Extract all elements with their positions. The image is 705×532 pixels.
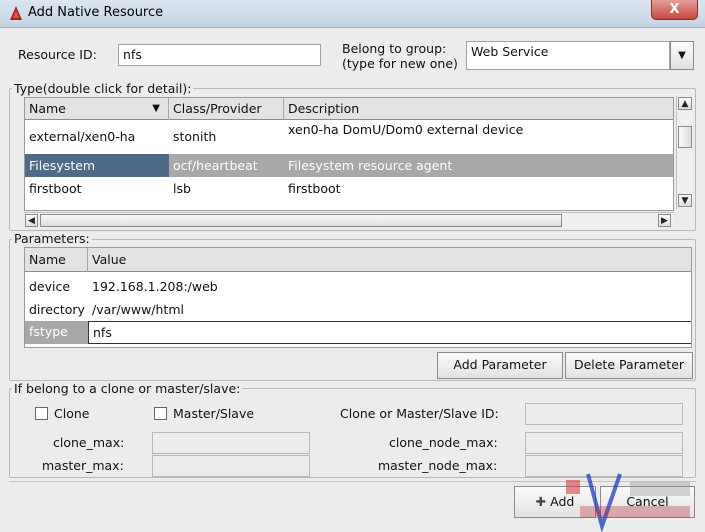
master-max-input[interactable] bbox=[152, 455, 310, 477]
group-dropdown-button[interactable]: ▼ bbox=[670, 41, 694, 70]
table-row-selected[interactable]: Filesystem ocf/heartbeat Filesystem reso… bbox=[25, 154, 673, 177]
column-header-value[interactable]: Value bbox=[88, 248, 691, 272]
master-max-label: master_max: bbox=[42, 458, 124, 473]
group-value: Web Service bbox=[471, 44, 549, 59]
table-row[interactable]: directory /var/www/html bbox=[25, 298, 691, 321]
clone-max-label: clone_max: bbox=[53, 435, 125, 450]
window-title: Add Native Resource bbox=[28, 5, 164, 20]
row-description: xen0-ha DomU/Dom0 external device bbox=[288, 122, 524, 137]
scroll-thumb[interactable] bbox=[40, 214, 562, 227]
type-table: Name ▼ Class/Provider Description extern… bbox=[24, 97, 674, 211]
param-name: directory bbox=[29, 302, 85, 317]
table-row[interactable]: external/xen0-ha stonith xen0-ha DomU/Do… bbox=[25, 121, 673, 153]
scroll-right-icon[interactable]: ▶ bbox=[658, 214, 671, 227]
row-description: Filesystem resource agent bbox=[288, 158, 453, 173]
column-header-name[interactable]: Name bbox=[25, 248, 88, 272]
scroll-thumb[interactable] bbox=[678, 126, 692, 148]
row-description: firstboot bbox=[288, 181, 341, 196]
column-header-name[interactable]: Name ▼ bbox=[25, 98, 169, 120]
param-value: /var/www/html bbox=[92, 302, 184, 317]
master-slave-label: Master/Slave bbox=[173, 406, 255, 421]
parameters-legend: Parameters: bbox=[12, 231, 92, 246]
scroll-left-icon[interactable]: ◀ bbox=[25, 214, 38, 227]
row-provider: stonith bbox=[173, 129, 217, 144]
row-name: external/xen0-ha bbox=[29, 129, 136, 144]
master-node-max-label: master_node_max: bbox=[378, 458, 498, 473]
table-row-clipped bbox=[25, 202, 673, 210]
group-hint: (type for new one) bbox=[342, 56, 458, 71]
delete-parameter-button[interactable]: Delete Parameter bbox=[565, 352, 693, 379]
row-provider: ocf/heartbeat bbox=[173, 158, 258, 173]
type-horizontal-scrollbar[interactable]: ◀ ▶ bbox=[24, 212, 674, 228]
clone-node-max-input[interactable] bbox=[525, 432, 683, 454]
param-value: 192.168.1.208:/web bbox=[92, 279, 218, 294]
plus-icon: ✚ bbox=[535, 494, 547, 509]
watermark-logo bbox=[566, 473, 690, 532]
resource-id-input[interactable]: nfs bbox=[118, 44, 321, 66]
clone-legend: If belong to a clone or master/slave: bbox=[12, 381, 243, 396]
param-value-editor[interactable]: nfs bbox=[88, 321, 691, 344]
row-name: firstboot bbox=[29, 181, 82, 196]
chevron-down-icon: ▼ bbox=[678, 50, 686, 61]
resource-id-value: nfs bbox=[123, 47, 142, 62]
clone-id-label: Clone or Master/Slave ID: bbox=[340, 406, 499, 421]
row-provider: lsb bbox=[173, 181, 191, 196]
parameters-table-header: Name Value bbox=[25, 248, 691, 272]
clone-node-max-label: clone_node_max: bbox=[389, 435, 498, 450]
type-legend: Type(double click for detail): bbox=[12, 81, 194, 96]
group-label: Belong to group: bbox=[342, 41, 447, 56]
table-row[interactable]: device 192.168.1.208:/web bbox=[25, 275, 691, 298]
column-header-provider[interactable]: Class/Provider bbox=[169, 98, 284, 120]
resource-id-label: Resource ID: bbox=[18, 47, 97, 62]
row-name: Filesystem bbox=[25, 154, 169, 177]
clone-max-input[interactable] bbox=[152, 432, 310, 454]
param-name: fstype bbox=[25, 321, 88, 344]
param-name: device bbox=[29, 279, 71, 294]
group-combo-input[interactable]: Web Service bbox=[466, 41, 670, 70]
master-slave-checkbox[interactable] bbox=[154, 407, 167, 420]
app-icon bbox=[10, 6, 22, 20]
close-button[interactable]: X bbox=[651, 0, 698, 20]
scroll-up-icon[interactable]: ▲ bbox=[678, 97, 692, 110]
clone-id-input[interactable] bbox=[525, 403, 683, 425]
column-header-description[interactable]: Description bbox=[284, 98, 673, 120]
type-table-header: Name ▼ Class/Provider Description bbox=[25, 98, 673, 120]
sort-desc-icon: ▼ bbox=[152, 103, 160, 114]
scroll-down-icon[interactable]: ▼ bbox=[678, 194, 692, 207]
table-row-editing[interactable]: fstype nfs bbox=[25, 321, 691, 344]
parameters-table: Name Value device 192.168.1.208:/web dir… bbox=[24, 247, 692, 348]
add-parameter-button[interactable]: Add Parameter bbox=[437, 352, 563, 379]
type-vertical-scrollbar[interactable]: ▲ ▼ bbox=[676, 96, 693, 209]
clone-label: Clone bbox=[54, 406, 90, 421]
clone-checkbox[interactable] bbox=[35, 407, 48, 420]
table-row[interactable]: firstboot lsb firstboot bbox=[25, 177, 673, 200]
